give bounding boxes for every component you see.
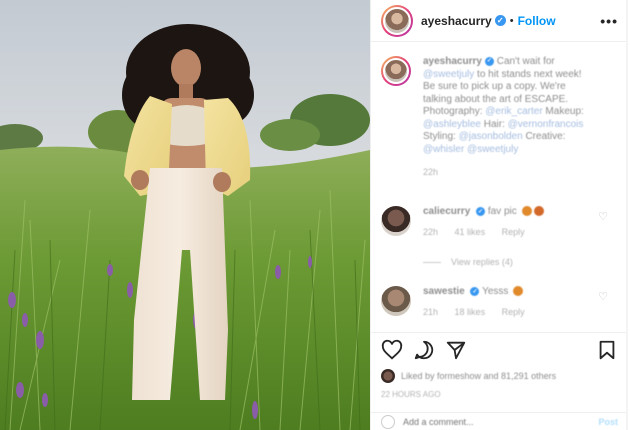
- emoji-picker-icon[interactable]: [381, 414, 395, 429]
- comments-section[interactable]: ayeshacurry ✓ Can't wait for @sweetjuly t…: [371, 42, 628, 332]
- author-username[interactable]: ayeshacurry: [421, 14, 492, 28]
- caption-avatar[interactable]: [381, 56, 411, 86]
- like-heart-icon[interactable]: [381, 339, 403, 361]
- author-avatar-image: [383, 6, 411, 35]
- comment-item: caliecurry ✓ fav pic 22h 41 likes Reply …: [371, 206, 628, 237]
- comment-likes[interactable]: 18 likes: [455, 307, 486, 317]
- caption-text-3: Makeup:: [542, 106, 584, 117]
- comment-body: sawestie ✓ Yesss 21h 18 likes Reply: [423, 286, 618, 317]
- emoji-icon: [513, 286, 524, 297]
- save-bookmark-icon[interactable]: [596, 339, 618, 361]
- caption-time[interactable]: 22h: [423, 166, 593, 179]
- photo-illustration: [0, 0, 370, 430]
- emoji-icon: [533, 206, 544, 217]
- verified-badge-icon: ✓: [484, 56, 494, 66]
- comment-meta: 22h 41 likes Reply: [423, 227, 618, 237]
- caption-text: ayeshacurry ✓ Can't wait for @sweetjuly t…: [423, 56, 593, 179]
- add-comment-input[interactable]: [403, 416, 599, 427]
- verified-badge-icon: ✓: [494, 15, 506, 26]
- add-comment-bar: Post: [371, 412, 628, 430]
- action-icons: [381, 337, 618, 363]
- comment-bubble-icon[interactable]: [413, 339, 435, 361]
- likes-summary: Liked by formeshow and 81,291 others: [381, 369, 618, 383]
- comment-text: sawestie ✓ Yesss: [423, 286, 618, 297]
- post-time-ago[interactable]: 22 HOURS AGO: [381, 390, 618, 399]
- post-side-panel: ayeshacurry ✓ • Follow ••• ayeshacurry ✓ …: [370, 0, 628, 430]
- author-avatar[interactable]: [381, 4, 413, 37]
- liker-avatar[interactable]: [381, 369, 395, 383]
- mention-link[interactable]: @jasonbolden: [459, 131, 523, 142]
- comment-likes[interactable]: 41 likes: [455, 227, 486, 237]
- mention-link[interactable]: @ashleyblee: [423, 119, 481, 130]
- scrollbar[interactable]: [626, 0, 628, 430]
- mention-link[interactable]: @whisler @sweetjuly: [423, 144, 518, 155]
- commenter-username[interactable]: caliecurry: [423, 206, 470, 217]
- caption-avatar-image: [383, 58, 409, 84]
- comment-time[interactable]: 22h: [423, 227, 438, 237]
- caption-text-6: Creative:: [522, 131, 566, 142]
- liked-by-text[interactable]: Liked by formeshow and 81,291 others: [401, 371, 556, 381]
- comment-item: sawestie ✓ Yesss 21h 18 likes Reply ♡: [371, 286, 628, 317]
- caption-text-1: Can't wait for: [493, 56, 555, 67]
- post-header: ayeshacurry ✓ • Follow •••: [371, 0, 628, 42]
- caption-username[interactable]: ayeshacurry: [423, 56, 482, 67]
- comment-content: Yesss: [482, 286, 509, 297]
- reply-button[interactable]: Reply: [502, 307, 525, 317]
- comment-text: caliecurry ✓ fav pic: [423, 206, 618, 217]
- comment-like-heart-icon[interactable]: ♡: [598, 210, 608, 223]
- verified-badge-icon: ✓: [476, 206, 486, 216]
- comment-content: fav pic: [487, 206, 517, 217]
- comment-body: caliecurry ✓ fav pic 22h 41 likes Reply: [423, 206, 618, 237]
- mention-link[interactable]: @sweetjuly: [423, 69, 474, 80]
- mention-link[interactable]: @erik_carter: [485, 106, 542, 117]
- mention-link[interactable]: @vernonfrancois: [508, 119, 584, 130]
- verified-badge-icon: ✓: [470, 286, 480, 296]
- caption-text-4: Hair:: [480, 118, 508, 130]
- header-separator: •: [509, 14, 514, 27]
- comment-meta: 21h 18 likes Reply: [423, 307, 618, 317]
- post-actions: Liked by formeshow and 81,291 others 22 …: [371, 332, 628, 399]
- share-paper-plane-icon[interactable]: [445, 339, 467, 361]
- caption: ayeshacurry ✓ Can't wait for @sweetjuly t…: [371, 42, 628, 179]
- more-options-icon[interactable]: •••: [600, 13, 618, 29]
- post-photo[interactable]: [0, 0, 370, 430]
- reply-button[interactable]: Reply: [502, 227, 525, 237]
- view-replies-button[interactable]: View replies (4): [423, 257, 513, 267]
- follow-button[interactable]: Follow: [518, 14, 556, 28]
- comment-like-heart-icon[interactable]: ♡: [598, 290, 608, 303]
- commenter-avatar[interactable]: [381, 286, 411, 316]
- post-comment-button[interactable]: Post: [598, 417, 618, 427]
- caption-text-5: Styling:: [423, 131, 459, 142]
- commenter-avatar[interactable]: [381, 206, 411, 236]
- emoji-icon: [521, 206, 532, 217]
- comment-time[interactable]: 21h: [423, 307, 438, 317]
- commenter-username[interactable]: sawestie: [423, 286, 465, 297]
